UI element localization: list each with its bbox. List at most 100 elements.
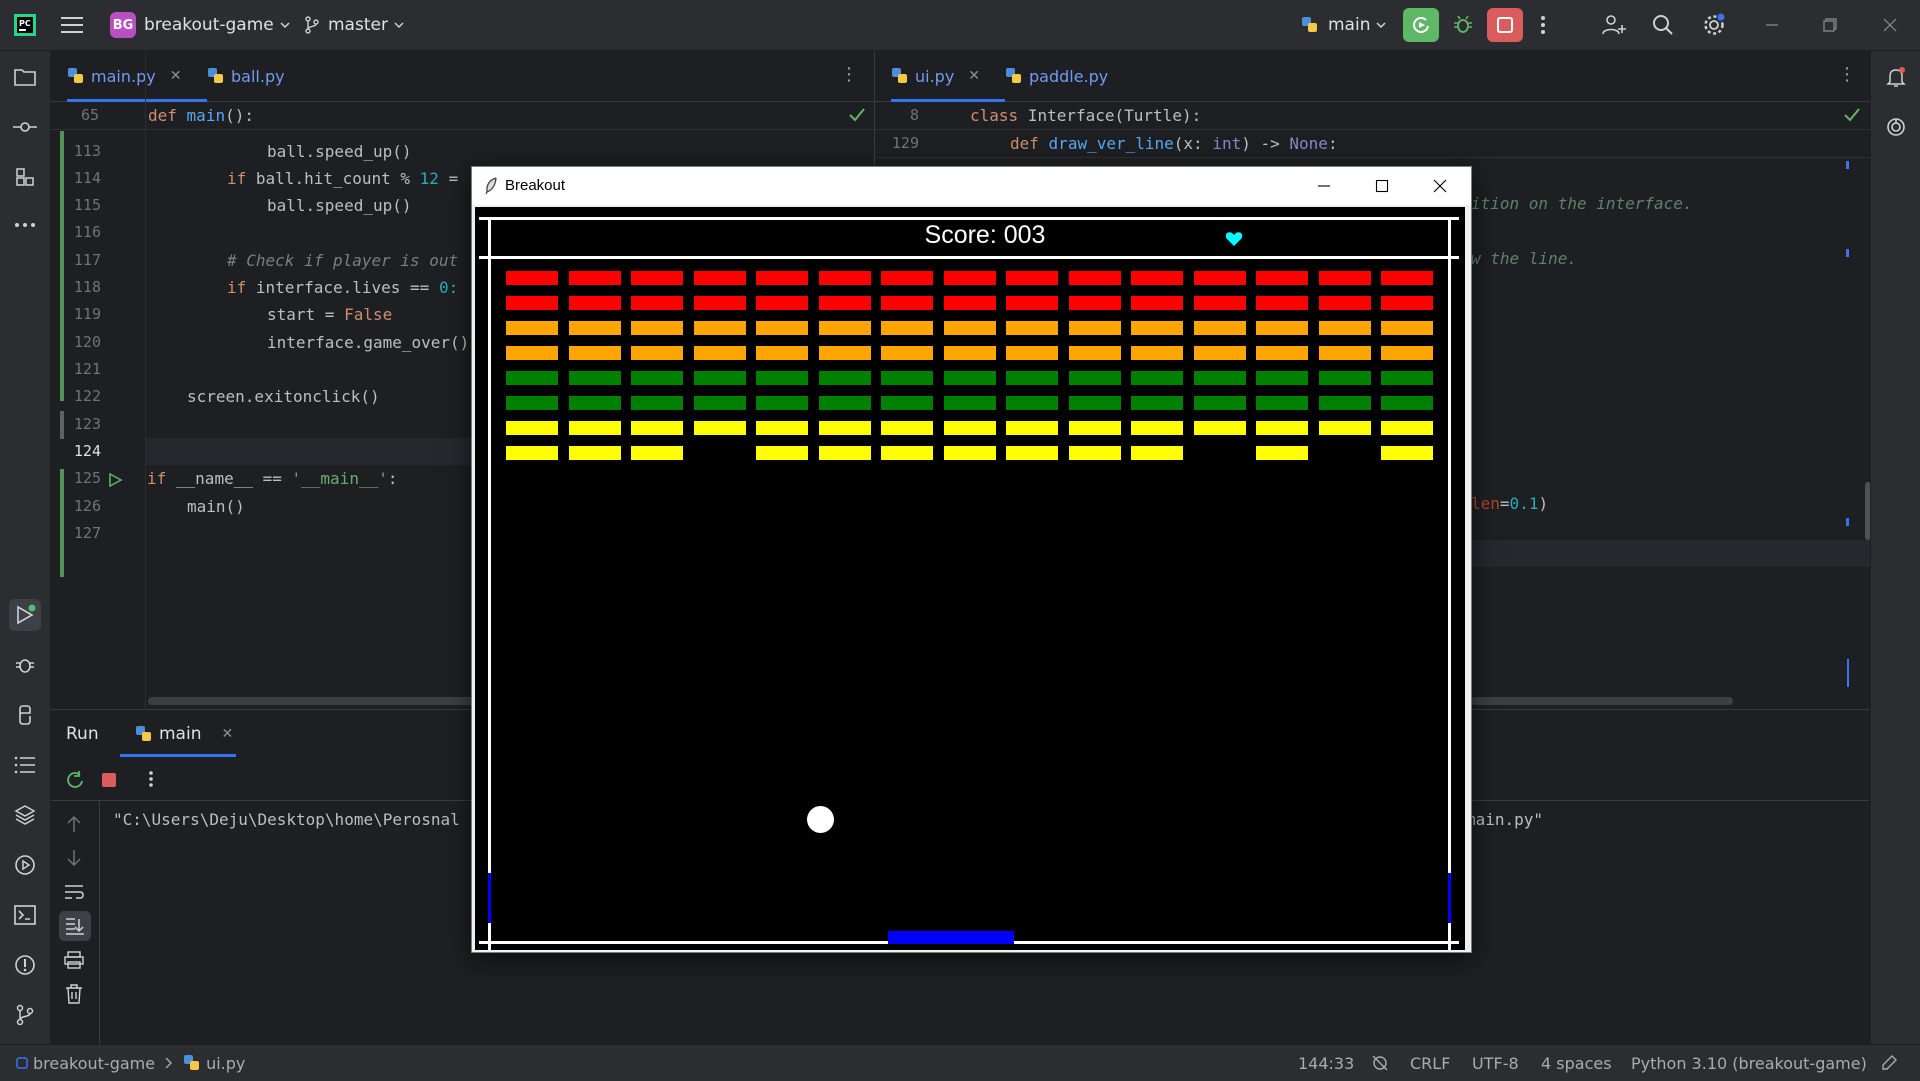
run-tab-main[interactable]: main ✕	[135, 710, 233, 757]
brick	[1193, 296, 1246, 310]
stop-button[interactable]	[1487, 8, 1523, 42]
rerun-button[interactable]	[1403, 8, 1439, 42]
soft-wrap-icon[interactable]	[64, 883, 84, 901]
indent-setting[interactable]: 4 spaces	[1541, 1045, 1612, 1081]
trash-icon[interactable]	[65, 984, 83, 1004]
brick	[568, 296, 621, 310]
debug-tool-button[interactable]	[9, 649, 41, 681]
line-number: 119	[73, 305, 101, 323]
notifications-button[interactable]	[1880, 61, 1912, 93]
search-button[interactable]	[1652, 0, 1674, 50]
project-tool-button[interactable]	[9, 61, 41, 93]
horizontal-scrollbar[interactable]	[1471, 697, 1733, 705]
maximize-icon[interactable]	[1375, 179, 1389, 193]
run-tab-close-icon[interactable]: ✕	[221, 726, 233, 742]
todo-tool-button[interactable]	[9, 749, 41, 781]
no-ai-icon[interactable]	[1371, 1045, 1389, 1081]
window-close-button[interactable]	[1883, 0, 1897, 50]
breadcrumb-project[interactable]: breakout-game	[33, 1054, 155, 1073]
left-tool-strip	[0, 51, 51, 1044]
brick	[1006, 446, 1058, 460]
commit-tool-button[interactable]	[9, 111, 41, 143]
vcs-change-marker	[60, 469, 64, 577]
packages-tool-button[interactable]	[9, 799, 41, 831]
chevron-right-icon	[165, 1057, 173, 1069]
score-divider-line	[479, 256, 1459, 259]
brick	[943, 271, 996, 285]
tab-options-more-icon[interactable]: ⋮	[1837, 64, 1857, 85]
arrow-down-icon[interactable]	[66, 849, 82, 867]
caret-position[interactable]: 144:33	[1298, 1045, 1354, 1081]
brick	[818, 296, 871, 310]
tab-ui-py[interactable]: ui.py ✕	[891, 51, 1005, 102]
rerun-icon[interactable]	[65, 770, 85, 790]
close-icon[interactable]	[1433, 179, 1447, 193]
services-tool-button[interactable]	[9, 849, 41, 881]
horizontal-scrollbar[interactable]	[148, 697, 478, 705]
brick	[1193, 321, 1246, 335]
more-icon	[1541, 16, 1545, 34]
python-console-button[interactable]	[9, 699, 41, 731]
game-window-titlebar: Breakout	[472, 167, 1471, 205]
code-with-me-button[interactable]	[1602, 0, 1626, 50]
breadcrumb-file[interactable]: ui.py	[206, 1054, 245, 1073]
tab-close-icon[interactable]: ✕	[968, 68, 980, 84]
line-number: 125	[73, 469, 101, 487]
brick	[631, 321, 683, 335]
run-config-selector[interactable]: main	[1300, 0, 1387, 50]
more-tools-button[interactable]	[9, 209, 41, 241]
git-tool-button[interactable]	[9, 999, 41, 1031]
tab-paddle-py[interactable]: paddle.py	[1005, 51, 1108, 101]
line-separator[interactable]: CRLF	[1410, 1045, 1450, 1081]
brick	[506, 296, 558, 310]
brick	[1131, 421, 1183, 435]
file-encoding[interactable]: UTF-8	[1472, 1045, 1519, 1081]
title-bar: PC BG breakout-game master main	[0, 0, 1920, 51]
print-icon[interactable]	[64, 951, 84, 969]
brick	[631, 421, 683, 435]
brick	[568, 321, 621, 335]
structure-tool-button[interactable]	[9, 161, 41, 193]
brick	[818, 321, 871, 335]
line-number: 113	[73, 142, 101, 160]
brick	[506, 371, 558, 385]
project-selector[interactable]: BG breakout-game	[110, 0, 290, 50]
tab-close-icon[interactable]: ✕	[170, 68, 182, 84]
tab-options-more-icon[interactable]: ⋮	[839, 64, 859, 85]
window-minimize-button[interactable]	[1765, 0, 1779, 50]
hamburger-menu-icon[interactable]	[61, 0, 83, 50]
debug-button[interactable]	[1452, 0, 1474, 50]
brick	[693, 271, 746, 285]
stop-icon	[1497, 17, 1513, 33]
brick	[506, 421, 558, 435]
window-restore-button[interactable]	[1823, 0, 1837, 50]
line-number: 8	[909, 106, 919, 124]
code-line: if interface.lives == 0:	[227, 278, 459, 297]
tab-ball-py[interactable]: ball.py	[207, 51, 285, 101]
more-actions-button[interactable]	[1540, 0, 1546, 50]
brick	[1381, 271, 1433, 285]
settings-button[interactable]	[1702, 0, 1726, 50]
run-tool-button[interactable]	[9, 599, 41, 631]
problems-tool-button[interactable]	[9, 949, 41, 981]
arrow-up-icon[interactable]	[66, 815, 82, 833]
brick	[1381, 396, 1433, 410]
python-file-icon	[892, 68, 907, 83]
ai-assistant-button[interactable]	[1880, 111, 1912, 143]
paddle[interactable]	[888, 931, 1014, 944]
python-interpreter[interactable]: Python 3.10 (breakout-game)	[1631, 1045, 1867, 1081]
python-file-icon	[1006, 68, 1021, 83]
run-gutter-icon[interactable]	[107, 472, 123, 488]
vertical-scrollbar[interactable]	[1865, 482, 1870, 540]
readonly-toggle-icon[interactable]	[1880, 1045, 1898, 1081]
scroll-to-end-button[interactable]	[59, 911, 91, 941]
pycharm-logo-icon[interactable]: PC	[14, 0, 36, 50]
branch-selector[interactable]: master	[304, 0, 404, 50]
game-canvas[interactable]: Score: 003	[475, 207, 1465, 950]
terminal-tool-button[interactable]	[9, 899, 41, 931]
line-number: 116	[73, 223, 101, 241]
minimize-icon[interactable]	[1317, 179, 1331, 193]
more-icon[interactable]	[148, 770, 154, 788]
brick	[818, 271, 871, 285]
stop-icon[interactable]	[101, 772, 117, 788]
